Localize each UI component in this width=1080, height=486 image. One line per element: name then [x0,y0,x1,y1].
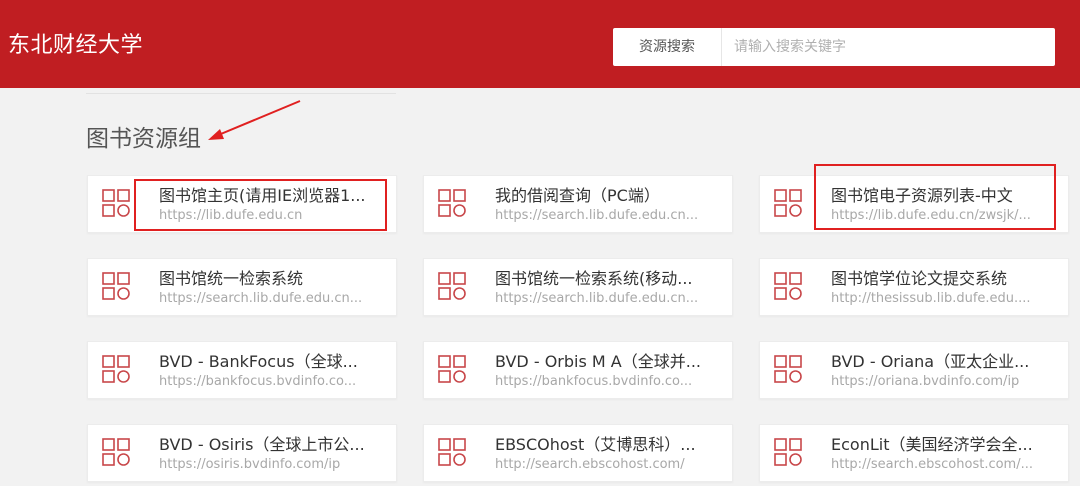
search-box: 资源搜索 [613,28,1055,66]
app-grid-icon [774,355,802,383]
app-grid-icon [438,438,466,466]
app-grid-icon [102,189,130,217]
card-title[interactable]: EBSCOhost（艾博思科）... [495,435,723,455]
resource-card[interactable]: BVD - Orbis M A（全球并... https://bankfocus… [423,341,733,399]
card-url: https://search.lib.dufe.edu.cn... [495,208,699,223]
app-grid-icon [102,355,130,383]
card-title[interactable]: 图书馆学位论文提交系统 [831,269,1059,289]
app-grid-icon [438,189,466,217]
search-input[interactable] [722,28,1042,66]
card-url: https://oriana.bvdinfo.com/ip [831,374,1020,389]
resource-card[interactable]: BVD - Oriana（亚太企业... https://oriana.bvdi… [759,341,1069,399]
app-grid-icon [774,189,802,217]
card-title[interactable]: 图书馆电子资源列表-中文 [831,186,1059,206]
site-title[interactable]: 东北财经大学 [8,32,143,60]
app-grid-icon [438,272,466,300]
resource-card[interactable]: 图书馆统一检索系统 https://search.lib.dufe.edu.cn… [87,258,397,316]
resource-card[interactable]: 图书馆电子资源列表-中文 https://lib.dufe.edu.cn/zws… [759,175,1069,233]
resource-card[interactable]: EBSCOhost（艾博思科）... http://search.ebscoho… [423,424,733,482]
card-title[interactable]: BVD - BankFocus（全球... [159,352,387,372]
card-title[interactable]: EconLit（美国经济学会全... [831,435,1059,455]
top-header: 东北财经大学 资源搜索 [0,0,1080,88]
resource-card[interactable]: 图书馆主页(请用IE浏览器1... https://lib.dufe.edu.c… [87,175,397,233]
card-url: https://lib.dufe.edu.cn [159,208,303,223]
divider [86,93,396,94]
card-url: https://osiris.bvdinfo.com/ip [159,457,341,472]
section-title: 图书资源组 [86,126,201,152]
search-category-select[interactable]: 资源搜索 [613,28,722,66]
resource-card[interactable]: BVD - BankFocus（全球... https://bankfocus.… [87,341,397,399]
card-title[interactable]: 图书馆主页(请用IE浏览器1... [159,186,387,206]
app-grid-icon [102,438,130,466]
card-url: http://search.ebscohost.com/ [495,457,685,472]
resource-card[interactable]: 我的借阅查询（PC端） https://search.lib.dufe.edu.… [423,175,733,233]
card-url: https://search.lib.dufe.edu.cn... [495,291,699,306]
card-title[interactable]: BVD - Oriana（亚太企业... [831,352,1059,372]
card-title[interactable]: 图书馆统一检索系统 [159,269,387,289]
card-title[interactable]: 图书馆统一检索系统(移动... [495,269,723,289]
card-url: http://thesissub.lib.dufe.edu.... [831,291,1031,306]
app-grid-icon [102,272,130,300]
app-grid-icon [438,355,466,383]
resource-card[interactable]: BVD - Osiris（全球上市公... https://osiris.bvd… [87,424,397,482]
card-title[interactable]: BVD - Orbis M A（全球并... [495,352,723,372]
resource-card[interactable]: EconLit（美国经济学会全... http://search.ebscoho… [759,424,1069,482]
resource-card[interactable]: 图书馆统一检索系统(移动... https://search.lib.dufe.… [423,258,733,316]
card-title[interactable]: BVD - Osiris（全球上市公... [159,435,387,455]
app-grid-icon [774,438,802,466]
card-title[interactable]: 我的借阅查询（PC端） [495,186,723,206]
card-url: https://bankfocus.bvdinfo.co... [159,374,357,389]
app-grid-icon [774,272,802,300]
card-url: https://search.lib.dufe.edu.cn... [159,291,363,306]
card-url: https://bankfocus.bvdinfo.co... [495,374,693,389]
resource-card[interactable]: 图书馆学位论文提交系统 http://thesissub.lib.dufe.ed… [759,258,1069,316]
card-url: https://lib.dufe.edu.cn/zwsjk/... [831,208,1031,223]
card-url: http://search.ebscohost.com/... [831,457,1034,472]
